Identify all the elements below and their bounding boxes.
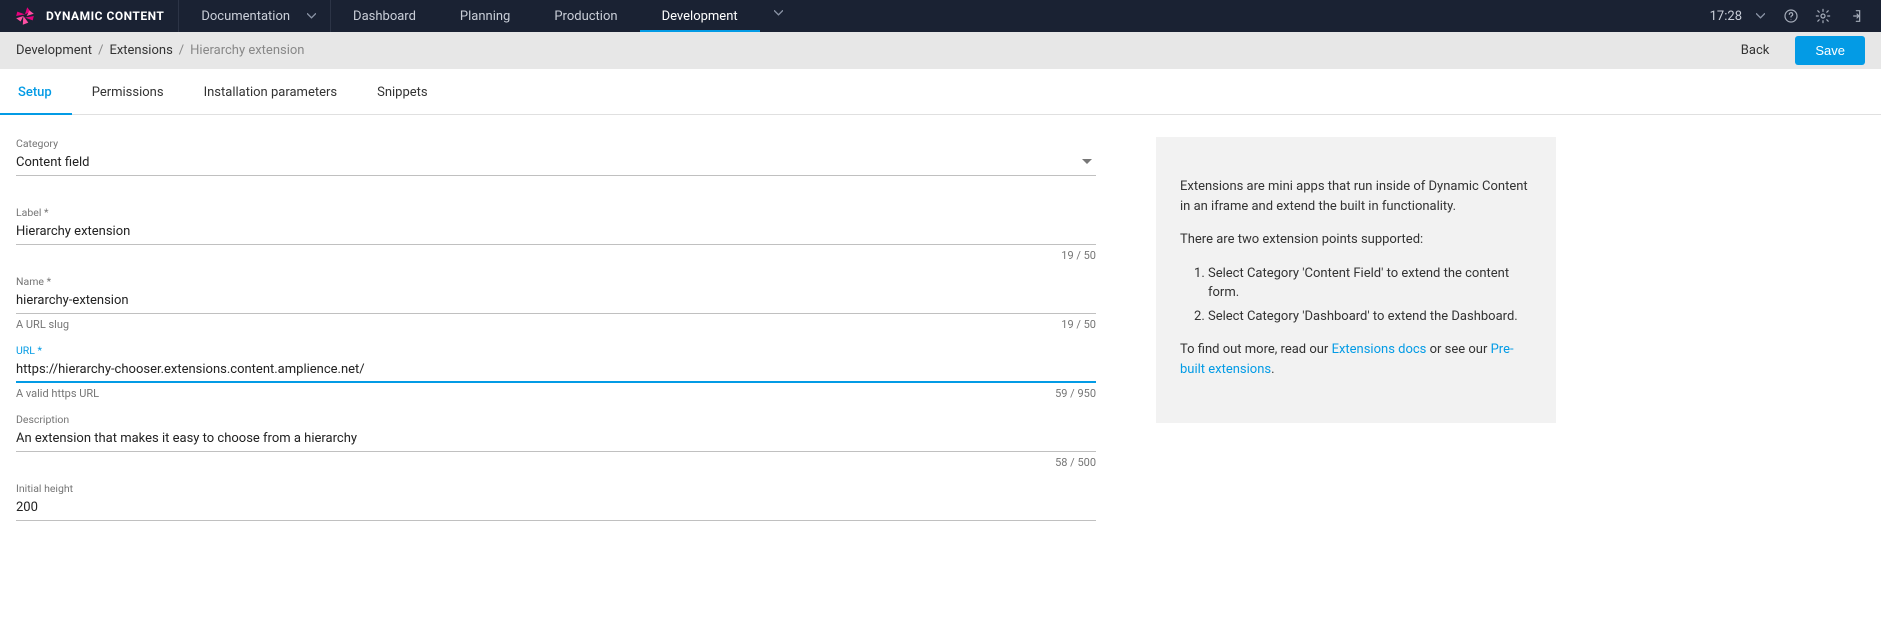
category-label: Category <box>16 137 1096 150</box>
nav-development-caret[interactable] <box>760 0 797 32</box>
nav-label: Production <box>554 9 617 24</box>
nav-label: Development <box>662 9 738 24</box>
info-text: To find out more, read our <box>1180 342 1332 357</box>
url-label: URL * <box>16 344 1096 357</box>
label-counter: 19 / 50 <box>1061 249 1096 263</box>
info-text: . <box>1271 362 1274 377</box>
nav-dashboard[interactable]: Dashboard <box>331 0 438 32</box>
tab-bar: Setup Permissions Installation parameter… <box>0 69 1881 115</box>
initial-height-label: Initial height <box>16 482 1096 495</box>
time-selector[interactable]: 17:28 <box>1700 9 1775 24</box>
info-list: Select Category 'Content Field' to exten… <box>1180 264 1532 327</box>
field-url: URL * A valid https URL 59 / 950 <box>16 344 1096 401</box>
brand-text: DYNAMIC CONTENT <box>46 9 164 23</box>
top-nav: DYNAMIC CONTENT Documentation Dashboard … <box>0 0 1881 32</box>
field-description: Description 58 / 500 <box>16 413 1096 470</box>
crumb-development[interactable]: Development <box>16 43 92 58</box>
nav-label: Documentation <box>201 9 290 24</box>
tab-installation-parameters[interactable]: Installation parameters <box>202 69 340 114</box>
nav-label: Dashboard <box>353 9 416 24</box>
label-label: Label * <box>16 206 1096 219</box>
nav-label: Planning <box>460 9 510 24</box>
content-area: Category Label * 19 / 50 Name * A URL <box>0 115 1881 591</box>
field-category: Category <box>16 137 1096 194</box>
topnav-right: 17:28 <box>1700 0 1881 32</box>
nav-production[interactable]: Production <box>532 0 639 32</box>
help-icon[interactable] <box>1775 0 1807 32</box>
logout-icon[interactable] <box>1839 0 1871 32</box>
description-counter: 58 / 500 <box>1055 456 1096 470</box>
page-actions: Back Save <box>1727 36 1865 65</box>
description-label: Description <box>16 413 1096 426</box>
breadcrumb-bar: Development / Extensions / Hierarchy ext… <box>0 32 1881 69</box>
nav-development[interactable]: Development <box>640 0 760 32</box>
info-paragraph: To find out more, read our Extensions do… <box>1180 340 1532 379</box>
tab-snippets[interactable]: Snippets <box>375 69 430 114</box>
save-button[interactable]: Save <box>1795 36 1865 65</box>
field-initial-height: Initial height <box>16 482 1096 539</box>
info-text: or see our <box>1426 342 1490 357</box>
extensions-docs-link[interactable]: Extensions docs <box>1332 342 1427 357</box>
name-hint: A URL slug <box>16 318 69 332</box>
info-paragraph: There are two extension points supported… <box>1180 230 1532 250</box>
crumb-extensions[interactable]: Extensions <box>109 43 172 58</box>
name-label: Name * <box>16 275 1096 288</box>
tab-setup[interactable]: Setup <box>16 69 54 114</box>
url-counter: 59 / 950 <box>1055 387 1096 401</box>
time-text: 17:28 <box>1710 9 1742 24</box>
crumb-sep: / <box>92 43 109 58</box>
info-panel: Extensions are mini apps that run inside… <box>1156 137 1556 423</box>
chevron-down-icon <box>307 13 316 19</box>
nav-primary: Documentation Dashboard Planning Product… <box>179 0 796 32</box>
description-input[interactable] <box>16 428 1096 452</box>
crumb-current: Hierarchy extension <box>190 43 304 58</box>
logo-icon <box>14 5 36 27</box>
label-input[interactable] <box>16 221 1096 245</box>
info-list-item: Select Category 'Dashboard' to extend th… <box>1208 307 1532 327</box>
chevron-down-icon <box>1756 13 1765 19</box>
url-hint: A valid https URL <box>16 387 99 401</box>
field-name: Name * A URL slug 19 / 50 <box>16 275 1096 332</box>
nav-planning[interactable]: Planning <box>438 0 532 32</box>
setup-form: Category Label * 19 / 50 Name * A URL <box>16 137 1096 551</box>
crumb-sep: / <box>173 43 190 58</box>
field-label: Label * 19 / 50 <box>16 206 1096 263</box>
back-button[interactable]: Back <box>1727 37 1784 64</box>
breadcrumb: Development / Extensions / Hierarchy ext… <box>16 43 304 58</box>
name-input[interactable] <box>16 290 1096 314</box>
category-select[interactable] <box>16 152 1096 176</box>
url-input[interactable] <box>16 359 1096 383</box>
brand-block: DYNAMIC CONTENT <box>0 0 179 32</box>
nav-documentation[interactable]: Documentation <box>179 0 331 32</box>
chevron-down-icon <box>774 10 783 16</box>
initial-height-input[interactable] <box>16 497 1096 521</box>
name-counter: 19 / 50 <box>1061 318 1096 332</box>
gear-icon[interactable] <box>1807 0 1839 32</box>
info-paragraph: Extensions are mini apps that run inside… <box>1180 177 1532 216</box>
info-list-item: Select Category 'Content Field' to exten… <box>1208 264 1532 303</box>
tab-permissions[interactable]: Permissions <box>90 69 166 114</box>
